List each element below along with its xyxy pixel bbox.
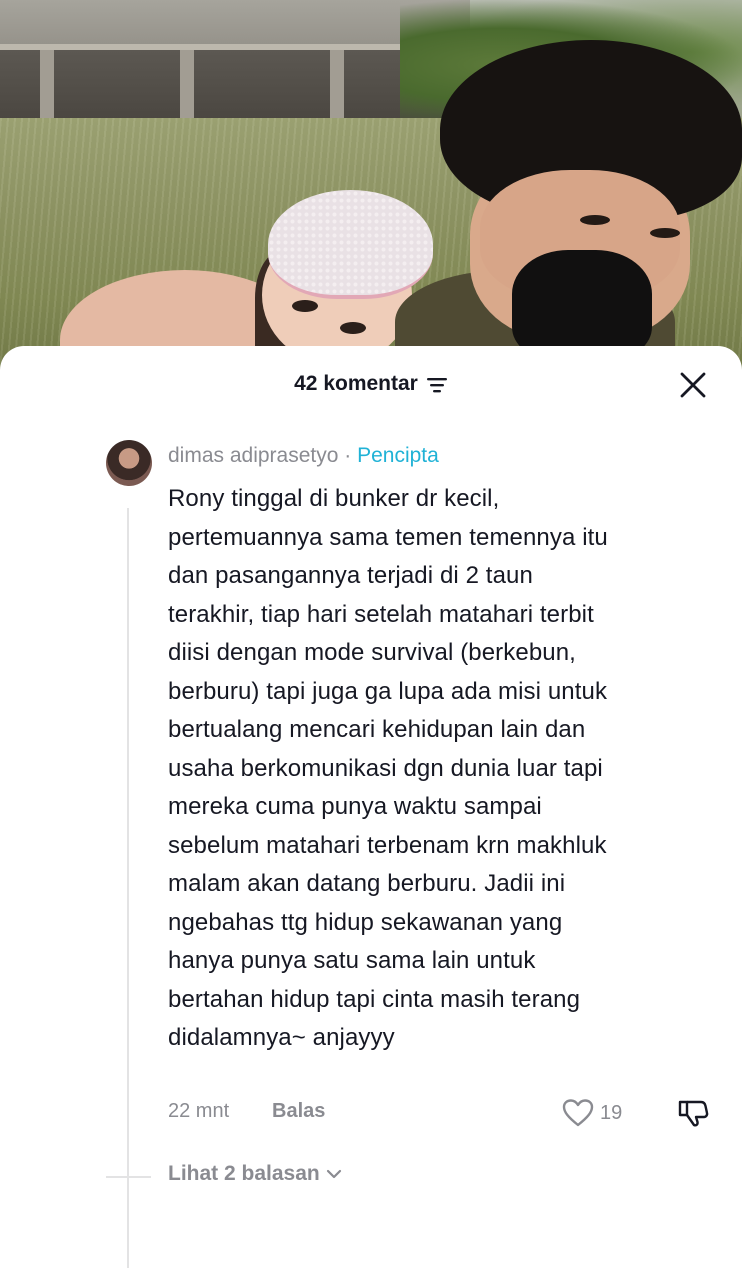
comment-actions: 22 mnt Balas 19 [0,1098,742,1128]
like-count: 19 [600,1101,623,1124]
comment-line: berburu) tapi juga ga lupa ada misi untu… [168,677,608,705]
comment-line: didalamnya~ anjayyy [168,1024,395,1051]
comment-line: hanya punya satu sama lain untuk [168,947,536,974]
close-icon [680,372,706,398]
chevron-down-icon [326,1169,341,1179]
heart-outline-icon [562,1099,594,1127]
video-background-frame [0,0,742,380]
lace-bonnet [268,190,433,299]
comment-line: malam akan datang berburu. Jadii ini [168,870,566,897]
black-face-covering [512,250,652,360]
comment-count-label: 42 komentar [294,372,418,395]
comment-line: usaha berkomunikasi dgn dunia luar tapi [168,754,603,782]
comment-line: ngebahas ttg hidup sekawanan yang [168,908,563,936]
comment-meta: dimas adiprasetyo · Pencipta [168,444,439,468]
comment-line: mereka cuma punya waktu sampai [168,793,542,820]
comment-username[interactable]: dimas adiprasetyo [168,444,338,467]
comment-line: dan pasangannya terjadi di 2 taun [168,562,533,589]
meta-separator: · [338,444,358,467]
like-button[interactable]: 19 [562,1098,632,1128]
comment-line: bertahan hidup tapi cinta masih terang [168,985,581,1013]
thread-line [127,508,129,1268]
comment-line: bertualang mencari kehidupan lain dan [168,716,586,743]
filter-icon[interactable] [426,376,448,394]
comment-line: sebelum matahari terbenam krn makhluk [168,831,607,859]
view-replies-button[interactable]: Lihat 2 balasan [168,1162,342,1186]
comment-line: terakhir, tiap hari setelah matahari ter… [168,600,594,628]
thumbs-down-icon [678,1100,709,1127]
comment-sort-toggle[interactable]: 42 komentar [294,372,448,396]
comment-line: Rony tinggal di bunker dr kecil, [168,485,500,512]
close-button[interactable] [676,368,710,402]
comment-line: diisi dengan mode survival (berkebun, [168,639,576,666]
comment-count-row: 42 komentar [0,372,742,396]
avatar[interactable] [106,440,152,486]
view-replies: Lihat 2 balasan [0,1160,742,1190]
creator-badge: Pencipta [357,444,439,467]
view-replies-label: Lihat 2 balasan [168,1162,320,1185]
dislike-button[interactable] [676,1098,710,1128]
comment-body: Rony tinggal di bunker dr kecil, pertemu… [168,480,728,1058]
comment-line: pertemuannya sama temen temennya itu [168,523,608,551]
replies-divider [106,1176,151,1178]
comments-header: 42 komentar [0,346,742,426]
reply-button[interactable]: Balas [272,1100,325,1123]
comments-sheet: 42 komentar dimas adiprasetyo · Pencipta [0,346,742,1268]
comment-timestamp: 22 mnt [168,1100,230,1122]
